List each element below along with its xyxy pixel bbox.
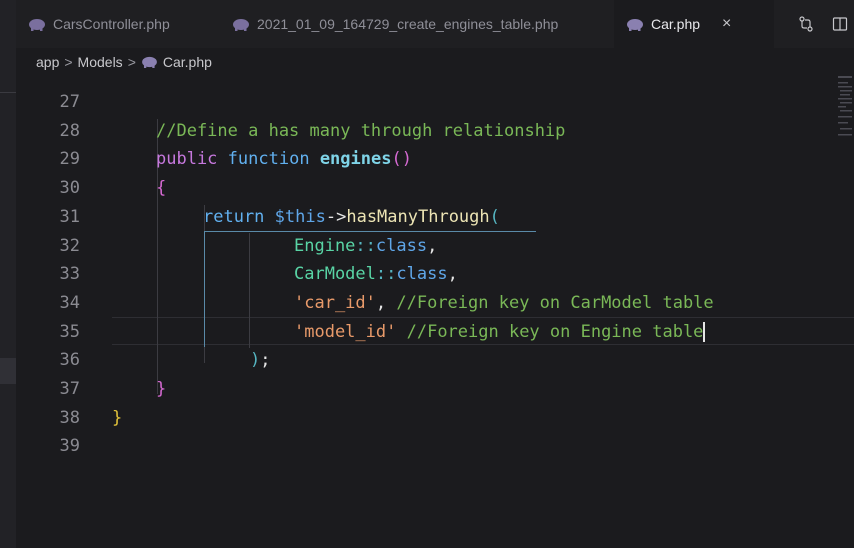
tab-car-php[interactable]: Car.php ×	[614, 0, 774, 48]
code-token: ->	[325, 206, 347, 227]
code-token: ,	[375, 292, 397, 313]
activity-divider	[0, 92, 16, 93]
code-token: ;	[260, 350, 271, 371]
breadcrumb: app > Models > Car.php	[16, 50, 212, 74]
tab-create-engines-table[interactable]: 2021_01_09_164729_create_engines_table.p…	[232, 0, 558, 48]
code-content: CarModel::class,	[294, 260, 458, 289]
code-content: Engine::class,	[294, 232, 437, 261]
code-token: ,	[427, 235, 438, 256]
code-token: return	[203, 206, 265, 227]
line-number: 39	[59, 436, 80, 457]
line-number: 38	[59, 407, 80, 428]
code-token: CarModel	[294, 264, 376, 285]
code-token: //Define a has many through relationship	[156, 120, 566, 141]
code-content: }	[112, 404, 122, 433]
code-line[interactable]: 27	[16, 88, 854, 117]
line-number: 33	[59, 264, 80, 285]
code-content: //Define a has many through relationship	[156, 117, 565, 146]
line-number: 36	[59, 350, 80, 371]
code-line[interactable]: 38}	[16, 404, 854, 433]
code-token: }	[156, 379, 167, 399]
code-token: ,	[447, 264, 458, 285]
code-token: ::	[355, 235, 376, 256]
line-number: 35	[59, 321, 80, 342]
code-line[interactable]: 36);	[16, 346, 854, 375]
activity-indicator[interactable]	[0, 358, 16, 384]
code-line[interactable]: 35 'model_id' //Foreign key on Engine tab…	[16, 318, 854, 347]
code-token: //Foreign key on Engine table	[406, 321, 704, 342]
code-editor[interactable]: 27 28 //Define a has many through relation…	[16, 76, 854, 548]
elephant-icon	[29, 18, 45, 31]
code-content: );	[250, 346, 271, 375]
code-line[interactable]: 37}	[16, 375, 854, 404]
code-token: ::	[375, 264, 397, 285]
code-token: Engine	[294, 235, 356, 256]
code-token: ()	[391, 149, 412, 170]
tab-label: 2021_01_09_164729_create_engines_table.p…	[257, 16, 559, 32]
line-number: 32	[59, 235, 80, 256]
code-line[interactable]: 28 //Define a has many through relationsh…	[16, 117, 854, 146]
code-token: $this	[274, 206, 326, 227]
code-token: class	[375, 235, 428, 256]
tab-cars-controller[interactable]: CarsController.php	[28, 0, 170, 48]
code-content: public function engines()	[156, 145, 412, 174]
line-number: 29	[59, 149, 80, 170]
code-token: {	[156, 178, 167, 199]
breadcrumb-separator: >	[127, 54, 136, 70]
line-number: 34	[59, 292, 80, 313]
minimap[interactable]	[834, 76, 854, 156]
code-content: {	[156, 174, 166, 203]
code-line[interactable]: 33 CarModel::class,	[16, 260, 854, 289]
text-cursor	[703, 321, 706, 342]
code-content: 'car_id', //Foreign key on CarModel tabl…	[294, 289, 714, 318]
editor-actions	[798, 0, 854, 48]
code-line[interactable]: 30 {	[16, 174, 854, 203]
code-token: function	[227, 149, 310, 170]
code-token: )	[250, 350, 261, 371]
line-number: 31	[59, 206, 80, 227]
tab-label: Car.php	[651, 16, 701, 32]
split-editor-icon[interactable]	[832, 16, 848, 32]
code-token: //Foreign key on CarModel table	[396, 292, 714, 313]
activity-bar	[0, 0, 16, 548]
breadcrumb-item-app[interactable]: app	[36, 54, 59, 70]
tab-bar: CarsController.php 2021_01_09_164729_cre…	[16, 0, 854, 48]
breadcrumb-item-models[interactable]: Models	[78, 54, 123, 70]
code-content: }	[156, 375, 166, 404]
line-number: 27	[59, 92, 80, 112]
code-token: public	[156, 149, 218, 170]
code-token: 'car_id'	[294, 292, 376, 313]
code-token: hasManyThrough	[346, 206, 490, 227]
code-line[interactable]: 32 Engine::class,	[16, 232, 854, 261]
close-icon[interactable]: ×	[722, 15, 731, 33]
code-token: 'model_id'	[294, 321, 397, 342]
code-token: class	[396, 264, 448, 285]
code-line[interactable]: 31 return $this->hasManyThrough(	[16, 203, 854, 232]
line-number: 30	[59, 178, 80, 199]
line-number: 28	[59, 120, 80, 141]
code-token: }	[112, 407, 123, 428]
code-content: return $this->hasManyThrough(	[203, 203, 500, 232]
elephant-icon	[233, 18, 249, 31]
code-content: 'model_id' //Foreign key on Engine table	[294, 318, 706, 347]
breadcrumb-separator: >	[64, 54, 73, 70]
compare-changes-icon[interactable]	[798, 16, 814, 32]
elephant-icon	[141, 56, 157, 68]
code-token: (	[489, 206, 500, 227]
code-line[interactable]: 29 public function engines()	[16, 145, 854, 174]
line-number: 37	[59, 379, 80, 399]
code-token: engines	[319, 149, 392, 170]
code-line[interactable]: 34 'car_id', //Foreign key on CarModel ta…	[16, 289, 854, 318]
breadcrumb-item-file[interactable]: Car.php	[163, 54, 212, 70]
tab-label: CarsController.php	[53, 16, 170, 32]
code-line[interactable]: 39	[16, 432, 854, 461]
elephant-icon	[627, 18, 643, 31]
